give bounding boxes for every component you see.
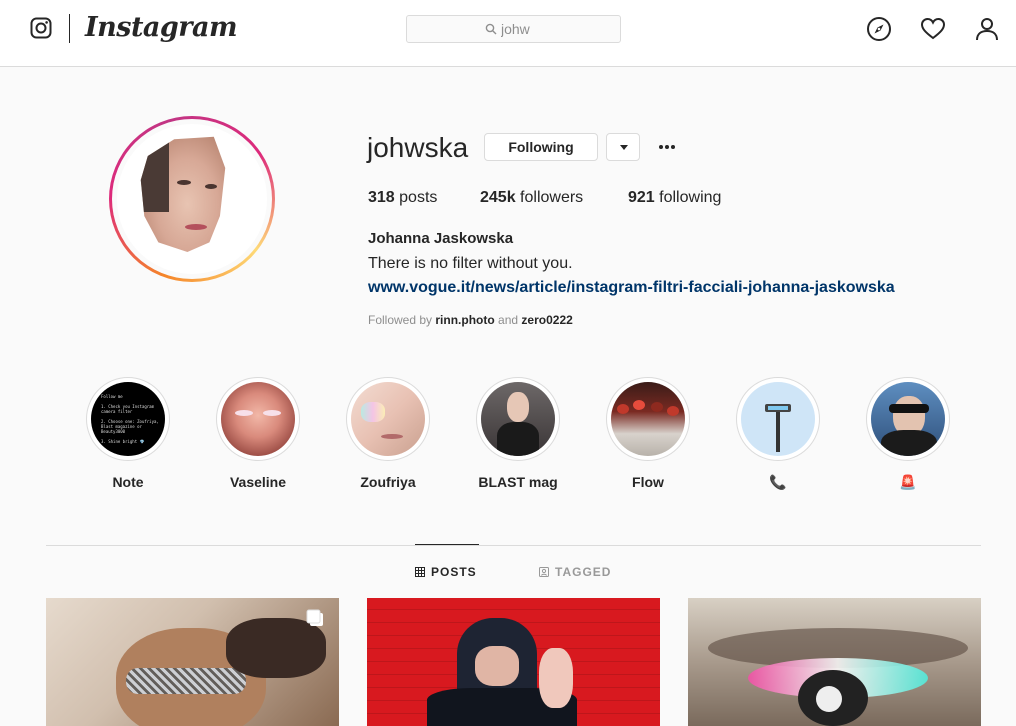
followed-by-user-link[interactable]: zero0222 — [521, 313, 572, 327]
highlight-note[interactable]: Follow me 1. Check you Instagram camera … — [78, 377, 178, 497]
highlight-image: Follow me 1. Check you Instagram camera … — [91, 382, 165, 456]
highlight-image — [871, 382, 945, 456]
instagram-wordmark[interactable]: Instagram — [85, 12, 238, 43]
grid-icon — [415, 567, 425, 577]
post-thumbnail[interactable] — [688, 598, 981, 726]
highlight-blast-mag[interactable]: BLAST mag — [468, 377, 568, 497]
highlight-label: Flow — [632, 474, 664, 490]
caret-down-icon — [620, 145, 628, 150]
highlight-cover — [216, 377, 300, 461]
search-box[interactable] — [406, 15, 621, 43]
posts-stat: 318 posts — [368, 189, 437, 207]
followed-by-prefix: Followed by — [368, 313, 433, 327]
highlight-label: 🚨 — [899, 474, 917, 490]
highlight-image — [741, 382, 815, 456]
profile-user-icon[interactable] — [974, 16, 1000, 42]
activity-heart-icon[interactable] — [920, 16, 946, 42]
suggested-dropdown-button[interactable] — [606, 133, 640, 161]
highlight-phone[interactable]: 📞 — [728, 377, 828, 497]
following-stat[interactable]: 921 following — [628, 189, 721, 207]
highlight-image — [481, 382, 555, 456]
multiple-photos-icon — [306, 609, 323, 626]
followers-stat[interactable]: 245k followers — [480, 189, 583, 207]
followed-by-user-link[interactable]: rinn.photo — [435, 313, 494, 327]
post-thumbnail[interactable] — [367, 598, 660, 726]
highlight-label: BLAST mag — [478, 474, 558, 490]
active-tab-indicator — [415, 544, 479, 545]
nav-divider — [69, 14, 70, 43]
search-icon — [485, 23, 497, 35]
highlight-cover — [736, 377, 820, 461]
followers-count: 245k — [480, 189, 516, 206]
posts-count: 318 — [368, 189, 395, 206]
profile-avatar[interactable] — [117, 124, 267, 274]
search-input[interactable] — [501, 20, 611, 38]
more-dots-icon — [659, 145, 663, 149]
posts-label: posts — [399, 189, 438, 206]
avatar-face-image — [140, 136, 226, 252]
highlight-label: 📞 — [769, 474, 787, 490]
tab-tagged[interactable]: TAGGED — [539, 565, 611, 579]
tab-posts-label: POSTS — [431, 565, 477, 579]
highlight-vaseline[interactable]: Vaseline — [208, 377, 308, 497]
following-label: following — [659, 189, 722, 206]
highlight-zoufriya[interactable]: Zoufriya — [338, 377, 438, 497]
instagram-glyph-icon[interactable] — [30, 17, 52, 39]
highlight-cover — [866, 377, 950, 461]
post-thumbnail[interactable] — [46, 598, 339, 726]
highlight-label: Note — [112, 474, 144, 490]
tab-posts[interactable]: POSTS — [415, 565, 477, 579]
followers-label: followers — [520, 189, 584, 206]
highlight-label: Zoufriya — [360, 474, 416, 490]
profile-bio: There is no filter without you. — [368, 255, 573, 272]
highlight-cover — [346, 377, 430, 461]
profile-full-name: Johanna Jaskowska — [368, 230, 514, 247]
highlight-image — [611, 382, 685, 456]
followed-by-and: and — [498, 313, 519, 327]
highlight-cover — [476, 377, 560, 461]
followed-by-text: Followed by rinn.photo and zero0222 — [368, 313, 573, 327]
highlight-cover — [606, 377, 690, 461]
more-options-button[interactable] — [652, 133, 682, 161]
tab-tagged-label: TAGGED — [555, 565, 612, 579]
following-count: 921 — [628, 189, 655, 206]
top-nav: Instagram — [0, 0, 1016, 67]
explore-compass-icon[interactable] — [866, 16, 892, 42]
profile-website-link[interactable]: www.vogue.it/news/article/instagram-filt… — [368, 279, 895, 297]
highlight-cover: Follow me 1. Check you Instagram camera … — [86, 377, 170, 461]
highlight-label: Vaseline — [229, 474, 287, 490]
highlight-siren[interactable]: 🚨 — [858, 377, 958, 497]
highlight-flow[interactable]: Flow — [598, 377, 698, 497]
tagged-person-icon — [539, 567, 549, 577]
highlight-image — [351, 382, 425, 456]
tabs-divider — [46, 545, 981, 546]
profile-username: johwska — [367, 132, 469, 163]
following-button[interactable]: Following — [484, 133, 598, 161]
highlight-image — [221, 382, 295, 456]
